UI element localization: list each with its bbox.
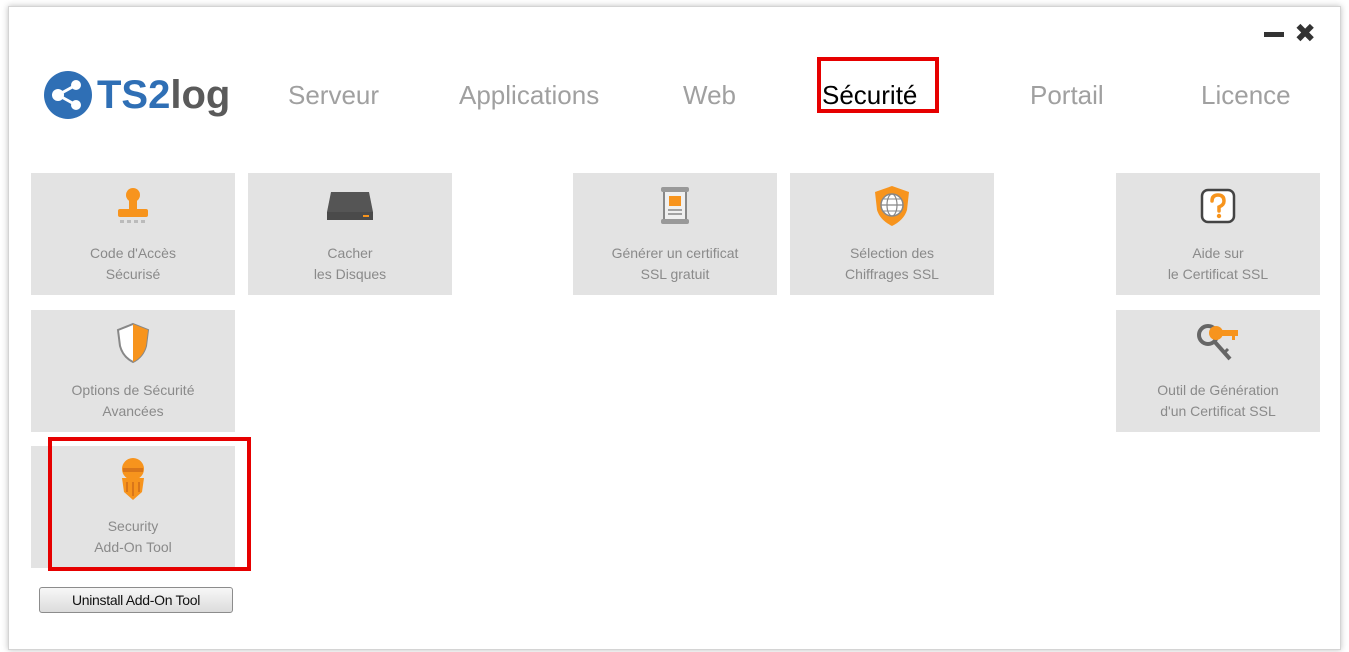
tile-label-line1: Cacher <box>327 245 373 261</box>
help-question-icon <box>1200 188 1236 224</box>
tile-label-line1: Code d'Accès <box>90 245 176 261</box>
tile-label-line2: le Certificat SSL <box>1167 266 1269 282</box>
close-icon[interactable]: ✖ <box>1294 21 1316 47</box>
minimize-icon[interactable] <box>1264 23 1285 37</box>
tile-label-line2: Chiffrages SSL <box>845 266 939 282</box>
tab-serveur[interactable]: Serveur <box>288 80 379 110</box>
tile-aide-certificat[interactable]: Aide sur le Certificat SSL <box>1116 173 1320 295</box>
tile-label-line2: les Disques <box>313 266 387 282</box>
share-network-icon <box>44 71 92 119</box>
app-logo: TS2log <box>43 70 230 120</box>
shield-globe-icon <box>875 186 909 226</box>
tab-securite[interactable]: Sécurité <box>822 80 917 110</box>
tile-label-line2: SSL gratuit <box>640 266 710 282</box>
tile-label-line1: Outil de Génération <box>1157 382 1279 398</box>
tab-licence[interactable]: Licence <box>1201 80 1291 110</box>
tab-applications[interactable]: Applications <box>459 80 599 110</box>
uninstall-add-on-button[interactable]: Uninstall Add-On Tool <box>39 587 233 613</box>
certificate-icon <box>661 187 689 224</box>
stamp-icon <box>118 188 148 223</box>
keys-icon <box>1197 324 1238 361</box>
security-robot-icon <box>122 458 144 500</box>
tab-portail[interactable]: Portail <box>1030 80 1104 110</box>
tile-label-line2: d'un Certificat SSL <box>1160 403 1276 419</box>
tab-web[interactable]: Web <box>683 80 736 110</box>
tile-label-line2: Add-On Tool <box>94 539 172 555</box>
tile-label-line1: Générer un certificat <box>611 245 739 261</box>
shield-icon <box>116 322 150 364</box>
tile-cacher-disques[interactable]: Cacher les Disques <box>248 173 452 295</box>
tile-label-line2: Avancées <box>102 403 164 419</box>
window-controls: ✖ <box>1264 21 1316 47</box>
tile-label-line2: Sécurisé <box>105 266 161 282</box>
tile-label-line1: Security <box>107 518 159 534</box>
tile-label-line1: Options de Sécurité <box>71 382 195 398</box>
hard-drive-icon <box>327 192 373 220</box>
app-window: ✖ TS2log Serveur Applications Web Sécuri… <box>8 6 1341 650</box>
tile-options-securite-avancees[interactable]: Options de Sécurité Avancées <box>31 310 235 432</box>
tile-label-line1: Aide sur <box>1192 245 1244 261</box>
tile-selection-chiffrages[interactable]: Sélection des Chiffrages SSL <box>790 173 994 295</box>
tile-code-acces-securise[interactable]: Code d'Accès Sécurisé <box>31 173 235 295</box>
tile-security-add-on-tool[interactable]: Security Add-On Tool <box>31 446 235 568</box>
logo-text: TS2log <box>97 73 231 117</box>
tile-generer-certificat[interactable]: Générer un certificat SSL gratuit <box>573 173 777 295</box>
tile-outil-generation-certificat[interactable]: Outil de Génération d'un Certificat SSL <box>1116 310 1320 432</box>
tile-label-line1: Sélection des <box>849 245 935 261</box>
